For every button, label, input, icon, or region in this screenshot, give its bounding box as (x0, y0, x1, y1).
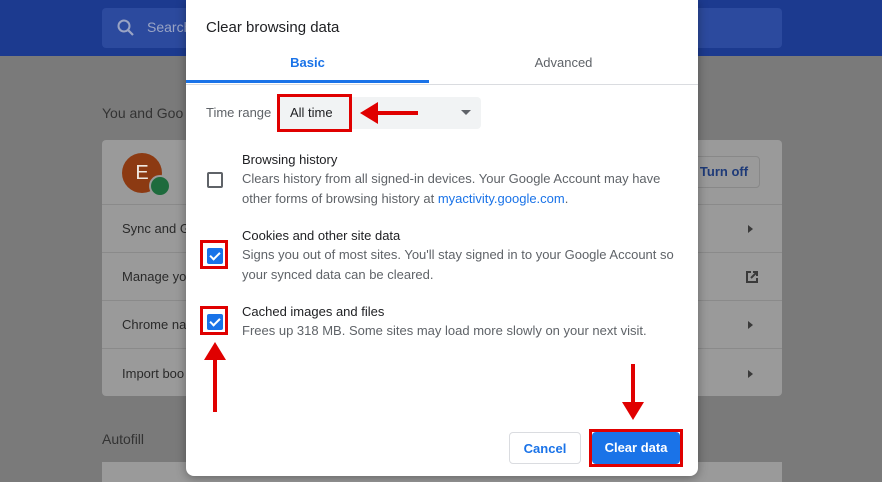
row-import[interactable]: Import boo (122, 366, 184, 381)
row-manage[interactable]: Manage yo (122, 269, 186, 284)
dialog-title: Clear browsing data (206, 19, 340, 36)
open-external-icon (746, 271, 758, 283)
dropdown-caret-icon (461, 110, 471, 115)
annotation-highlight-clear-data (589, 429, 683, 467)
cached-images-description: Frees up 318 MB. Some sites may load mor… (242, 321, 682, 341)
description-line: Signs you out of most sites. You'll stay… (242, 247, 674, 262)
browsing-history-description: Clears history from all signed-in device… (242, 169, 682, 209)
cancel-button[interactable]: Cancel (509, 432, 581, 464)
tab-basic[interactable]: Basic (186, 48, 429, 84)
annotation-highlight-cached-checkbox (200, 306, 228, 335)
search-placeholder: Search (147, 19, 192, 35)
myactivity-link[interactable]: myactivity.google.com (438, 191, 565, 206)
annotation-highlight-cookies-checkbox (200, 240, 228, 269)
chevron-right-icon (748, 225, 753, 233)
autofill-heading: Autofill (102, 431, 145, 447)
annotation-highlight-time-range (277, 94, 352, 132)
annotation-arrow-left-icon (360, 102, 418, 124)
description-line: other forms of browsing history at myact… (242, 189, 682, 209)
sync-badge-icon (149, 175, 171, 197)
annotation-arrow-down-icon (622, 364, 644, 420)
browsing-history-checkbox[interactable] (207, 172, 223, 188)
row-chrome-name[interactable]: Chrome na (122, 317, 186, 332)
time-range-label: Time range (206, 105, 272, 120)
tab-advanced[interactable]: Advanced (442, 48, 685, 84)
search-icon (117, 19, 134, 36)
you-and-google-heading: You and Goo (102, 105, 184, 121)
description-line: your synced data can be cleared. (242, 267, 434, 282)
cached-images-title: Cached images and files (242, 304, 385, 319)
cookies-description: Signs you out of most sites. You'll stay… (242, 245, 682, 285)
description-line: Clears history from all signed-in device… (242, 171, 661, 186)
browsing-history-title: Browsing history (242, 152, 338, 167)
tab-selected-indicator (186, 80, 429, 83)
tab-divider (186, 84, 698, 85)
description-line: Frees up 318 MB. Some sites may load mor… (242, 323, 647, 338)
row-sync[interactable]: Sync and G (122, 221, 190, 236)
annotation-arrow-up-icon (204, 342, 226, 412)
chevron-right-icon (748, 321, 753, 329)
turn-off-button[interactable]: Turn off (688, 156, 760, 188)
cookies-title: Cookies and other site data (242, 228, 401, 243)
description-text: other forms of browsing history at (242, 191, 438, 206)
chevron-right-icon (748, 370, 753, 378)
description-text: . (564, 191, 569, 206)
